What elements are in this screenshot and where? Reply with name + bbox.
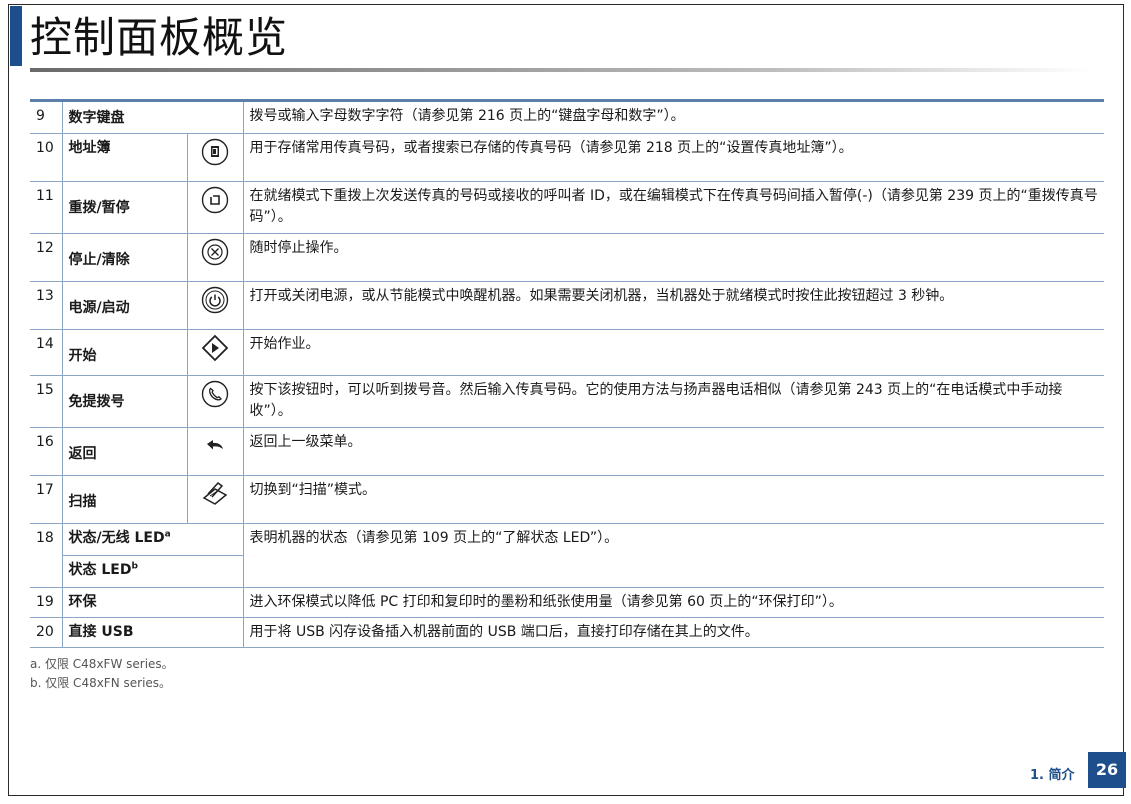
table-row: 10 地址簿 用于存储常用传真号码，或者搜索已存储的传真号码（请参见第 218 … <box>30 133 1104 182</box>
control-panel-table: 9 数字键盘 拨号或输入字母数字字符（请参见第 216 页上的“键盘字母和数字”… <box>30 99 1104 648</box>
row-number: 14 <box>30 329 63 376</box>
row-number: 12 <box>30 233 63 282</box>
row-name-a: 状态/无线 LEDa <box>62 523 244 556</box>
table-row: 16 返回 返回上一级菜单。 <box>30 427 1104 476</box>
redial-pause-icon <box>187 181 244 234</box>
back-icon <box>187 427 244 476</box>
row-name: 返回 <box>62 427 188 476</box>
row-description: 进入环保模式以降低 PC 打印和复印时的墨粉和纸张使用量（请参见第 60 页上的… <box>243 587 1104 618</box>
control-panel-table-wrap: 9 数字键盘 拨号或输入字母数字字符（请参见第 216 页上的“键盘字母和数字”… <box>30 99 1104 648</box>
footnote-mark-a: a <box>164 529 171 540</box>
row-number: 13 <box>30 281 63 330</box>
row-number: 18 <box>30 523 63 588</box>
footnote-b: b. 仅限 C48xFN series。 <box>30 676 172 690</box>
row-number: 9 <box>30 100 63 134</box>
footnote-a: a. 仅限 C48xFW series。 <box>30 657 174 671</box>
row-number: 10 <box>30 133 63 182</box>
row-number: 15 <box>30 375 63 428</box>
row-name: 开始 <box>62 329 188 376</box>
row-name: 电源/启动 <box>62 281 188 330</box>
scan-icon <box>187 475 244 524</box>
section-label: 1. 简介 <box>1030 768 1075 783</box>
row-description: 在就绪模式下重拨上次发送传真的号码或接收的呼叫者 ID，或在编辑模式下在传真号码… <box>243 181 1104 234</box>
table-row: 9 数字键盘 拨号或输入字母数字字符（请参见第 216 页上的“键盘字母和数字”… <box>30 100 1104 134</box>
row-name: 数字键盘 <box>62 100 244 134</box>
address-book-icon <box>187 133 244 182</box>
table-row: 13 电源/启动 打开或关闭电源，或从节能模式中唤醒机器。如果需要关闭机器，当机… <box>30 281 1104 330</box>
table-row: 12 停止/清除 随时停止操作。 <box>30 233 1104 282</box>
page-title: 控制面板概览 <box>30 13 289 62</box>
row-name: 停止/清除 <box>62 233 188 282</box>
row-description: 用于存储常用传真号码，或者搜索已存储的传真号码（请参见第 218 页上的“设置传… <box>243 133 1104 182</box>
row-name: 环保 <box>62 587 244 618</box>
row-description: 开始作业。 <box>243 329 1104 376</box>
row-description: 按下该按钮时，可以听到拨号音。然后输入传真号码。它的使用方法与扬声器电话相似（请… <box>243 375 1104 428</box>
row-name: 重拨/暂停 <box>62 181 188 234</box>
power-icon <box>187 281 244 330</box>
row-description: 切换到“扫描”模式。 <box>243 475 1104 524</box>
row-description: 用于将 USB 闪存设备插入机器前面的 USB 端口后，直接打印存储在其上的文件… <box>243 617 1104 648</box>
row-number: 17 <box>30 475 63 524</box>
row-number: 11 <box>30 181 63 234</box>
row-name: 免提拨号 <box>62 375 188 428</box>
footnote-mark-b: b <box>131 561 138 572</box>
row-name: 直接 USB <box>62 617 244 648</box>
table-row: 20 直接 USB 用于将 USB 闪存设备插入机器前面的 USB 端口后，直接… <box>30 617 1104 648</box>
table-row: 14 开始 开始作业。 <box>30 329 1104 376</box>
table-row: 17 扫描 切换到“扫描”模式。 <box>30 475 1104 524</box>
page-number: 26 <box>1088 752 1126 788</box>
table-row: 15 免提拨号 按下该按钮时，可以听到拨号音。然后输入传真号码。它的使用方法与扬… <box>30 375 1104 428</box>
row-description: 打开或关闭电源，或从节能模式中唤醒机器。如果需要关闭机器，当机器处于就绪模式时按… <box>243 281 1104 330</box>
row-description: 拨号或输入字母数字字符（请参见第 216 页上的“键盘字母和数字”）。 <box>243 100 1104 134</box>
row-number: 19 <box>30 587 63 618</box>
row-name: 扫描 <box>62 475 188 524</box>
title-accent-bar <box>10 6 22 66</box>
on-hook-dial-icon <box>187 375 244 428</box>
title-rule <box>30 68 1090 72</box>
stop-clear-icon <box>187 233 244 282</box>
table-row: 19 环保 进入环保模式以降低 PC 打印和复印时的墨粉和纸张使用量（请参见第 … <box>30 587 1104 618</box>
row-description: 返回上一级菜单。 <box>243 427 1104 476</box>
row-description: 随时停止操作。 <box>243 233 1104 282</box>
table-row: 11 重拨/暂停 在就绪模式下重拨上次发送传真的号码或接收的呼叫者 ID，或在编… <box>30 181 1104 234</box>
row-number: 16 <box>30 427 63 476</box>
footnotes: a. 仅限 C48xFW series。 b. 仅限 C48xFN series… <box>30 655 174 693</box>
start-icon <box>187 329 244 376</box>
row-name-b: 状态 LEDb <box>62 555 244 588</box>
row-name: 地址簿 <box>62 133 188 182</box>
row-description: 表明机器的状态（请参见第 109 页上的“了解状态 LED”）。 <box>243 523 1104 588</box>
row-number: 20 <box>30 617 63 648</box>
table-row: 18 状态/无线 LEDa 表明机器的状态（请参见第 109 页上的“了解状态 … <box>30 523 1104 588</box>
